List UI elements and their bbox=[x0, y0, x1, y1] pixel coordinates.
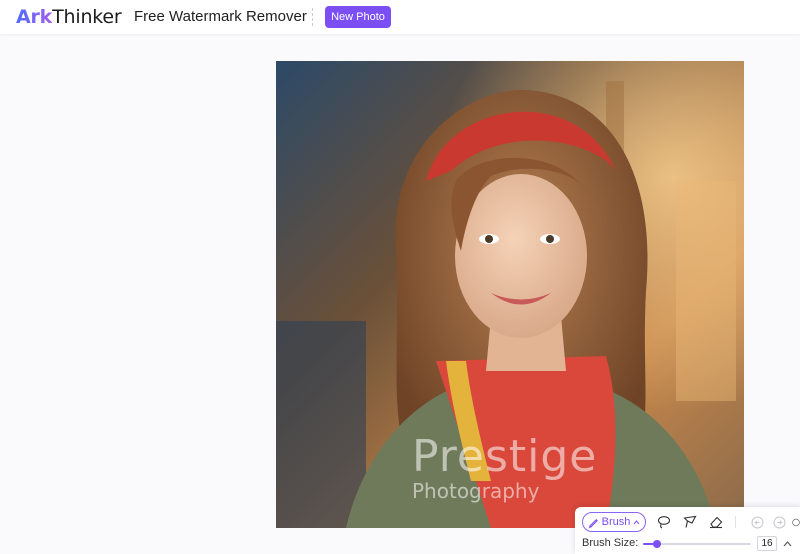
slider-thumb[interactable] bbox=[653, 540, 662, 548]
logo-ark-text: Ark bbox=[16, 6, 53, 28]
brush-label: Brush bbox=[601, 516, 631, 528]
chevron-up-icon bbox=[633, 519, 640, 524]
reset-icon[interactable] bbox=[792, 514, 800, 530]
redo-icon[interactable] bbox=[771, 514, 787, 530]
brush-size-slider[interactable] bbox=[643, 540, 751, 548]
tool-row: Brush bbox=[575, 511, 800, 533]
brush-size-row: Brush Size: 16 bbox=[575, 536, 800, 552]
lasso-icon[interactable] bbox=[656, 514, 672, 530]
watermark-overlay: Prestige Photography bbox=[412, 431, 598, 503]
toolbar-divider bbox=[735, 516, 736, 528]
photo-canvas[interactable]: Prestige Photography bbox=[276, 61, 744, 528]
new-photo-button[interactable]: New Photo bbox=[325, 6, 391, 28]
brush-size-value[interactable]: 16 bbox=[757, 536, 777, 551]
watermark-main-text: Prestige bbox=[412, 431, 598, 482]
app-title: Free Watermark Remover bbox=[134, 8, 307, 25]
top-header: Ark Thinker Free Watermark Remover New Ph… bbox=[0, 0, 800, 34]
brush-tool-button[interactable]: Brush bbox=[582, 512, 646, 532]
brush-icon bbox=[588, 518, 598, 528]
header-divider bbox=[312, 8, 313, 26]
chevron-up-icon[interactable] bbox=[780, 537, 794, 551]
logo-thinker-text: Thinker bbox=[52, 6, 122, 28]
eraser-icon[interactable] bbox=[708, 514, 724, 530]
brush-size-label: Brush Size: bbox=[582, 537, 639, 549]
editing-toolbar: Brush Brush Size: 16 bbox=[575, 507, 800, 554]
arkthinker-logo[interactable]: Ark Thinker bbox=[16, 6, 122, 28]
watermark-sub-text: Photography bbox=[412, 479, 540, 503]
polygon-lasso-icon[interactable] bbox=[682, 514, 698, 530]
undo-icon[interactable] bbox=[749, 514, 765, 530]
